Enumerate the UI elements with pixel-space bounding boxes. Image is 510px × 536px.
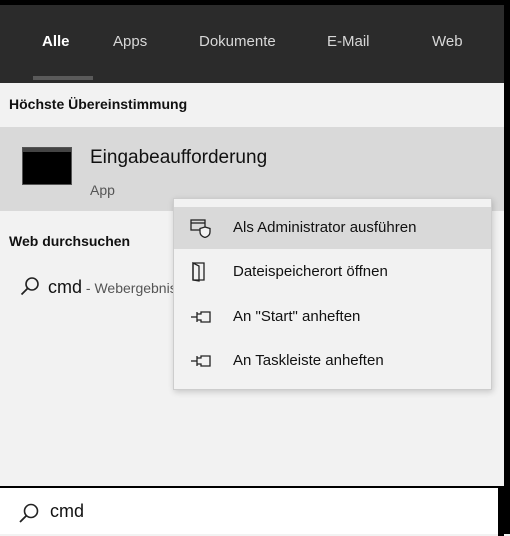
menu-item-pin-to-start[interactable]: An "Start" anheften xyxy=(174,296,491,338)
menu-item-label: An "Start" anheften xyxy=(233,308,361,325)
tab-alle[interactable]: Alle xyxy=(42,33,70,50)
pin-icon xyxy=(191,355,211,367)
tab-dokumente[interactable]: Dokumente xyxy=(199,33,276,50)
menu-item-pin-to-taskbar[interactable]: An Taskleiste anheften xyxy=(174,340,491,382)
window-right-edge xyxy=(498,488,504,536)
menu-item-label: Als Administrator ausführen xyxy=(233,219,417,236)
best-match-title: Eingabeaufforderung xyxy=(90,147,268,168)
command-prompt-icon xyxy=(22,147,72,185)
start-search-panel: Alle Apps Dokumente E-Mail Web Höchste Ü… xyxy=(0,0,510,536)
menu-item-label: Dateispeicherort öffnen xyxy=(233,263,388,280)
context-menu: Als Administrator ausführen Dateispeiche… xyxy=(173,198,492,390)
search-icon xyxy=(20,277,39,296)
menu-item-open-file-location[interactable]: Dateispeicherort öffnen xyxy=(174,251,491,293)
menu-item-run-as-admin[interactable]: Als Administrator ausführen xyxy=(174,207,491,249)
web-search-query: cmd xyxy=(48,277,83,297)
folder-open-icon xyxy=(192,262,205,282)
pin-icon xyxy=(191,311,211,323)
search-box[interactable]: cmd xyxy=(0,486,504,536)
search-input[interactable]: cmd xyxy=(50,501,84,522)
web-search-heading: Web durchsuchen xyxy=(9,233,131,249)
menu-item-label: An Taskleiste anheften xyxy=(233,352,384,369)
tab-email[interactable]: E-Mail xyxy=(327,33,370,50)
search-icon xyxy=(19,503,39,523)
best-match-heading: Höchste Übereinstimmung xyxy=(9,96,188,112)
tab-web[interactable]: Web xyxy=(432,33,463,50)
tab-apps[interactable]: Apps xyxy=(113,33,147,50)
filter-tab-bar: Alle Apps Dokumente E-Mail Web xyxy=(0,5,504,83)
best-match-subtitle: App xyxy=(90,182,115,198)
active-tab-indicator xyxy=(33,76,93,80)
window-right-edge xyxy=(504,0,510,534)
shield-run-icon xyxy=(190,219,211,238)
